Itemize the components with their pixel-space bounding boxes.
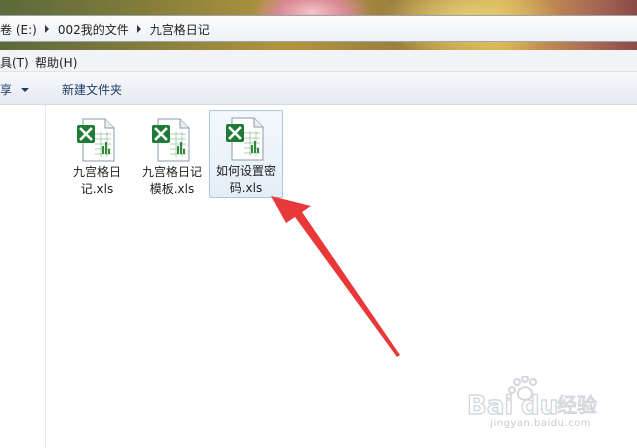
menu-bar: 具(T) 帮助(H) — [0, 50, 637, 72]
command-bar: 共享 新建文件夹 — [0, 72, 637, 105]
svg-text:Bai: Bai — [467, 391, 513, 421]
breadcrumb: 卷 (E:) 002我的文件 九宫格日记 — [0, 20, 214, 38]
navigation-pane[interactable] — [0, 105, 46, 448]
breadcrumb-folder-diary[interactable]: 九宫格日记 — [146, 21, 214, 38]
watermark-url: jingyan.baidu.com — [490, 418, 591, 429]
file-label: 如何设置密 码.xls — [215, 164, 276, 195]
breadcrumb-chevron-icon[interactable] — [44, 25, 49, 33]
svg-text:du: du — [521, 391, 558, 421]
new-folder-button[interactable]: 新建文件夹 — [62, 81, 122, 98]
menu-help[interactable]: 帮助(H) — [35, 54, 77, 71]
breadcrumb-chevron-icon[interactable] — [136, 25, 141, 33]
svg-text:经验: 经验 — [557, 393, 597, 417]
address-bar[interactable]: 卷 (E:) 002我的文件 九宫格日记 — [0, 15, 637, 42]
share-button[interactable]: 共享 — [0, 81, 30, 98]
excel-file-icon — [152, 118, 190, 162]
share-button-label: 共享 — [0, 83, 13, 97]
file-item-diary[interactable]: 九宫格日 记.xls — [62, 112, 132, 201]
breadcrumb-drive[interactable]: 卷 (E:) — [0, 21, 41, 38]
file-item-diary-template[interactable]: 九宫格日记 模板.xls — [137, 112, 207, 201]
address-bar-area: 卷 (E:) 002我的文件 九宫格日记 — [0, 0, 637, 50]
file-label: 九宫格日记 模板.xls — [141, 165, 202, 196]
file-label: 九宫格日 记.xls — [72, 165, 121, 196]
file-item-set-password[interactable]: 如何设置密 码.xls — [209, 110, 283, 198]
chevron-down-icon — [21, 88, 30, 92]
excel-file-icon — [77, 118, 115, 162]
menu-tools[interactable]: 具(T) — [0, 54, 29, 71]
breadcrumb-folder-files[interactable]: 002我的文件 — [54, 21, 133, 38]
excel-file-icon — [226, 117, 264, 161]
